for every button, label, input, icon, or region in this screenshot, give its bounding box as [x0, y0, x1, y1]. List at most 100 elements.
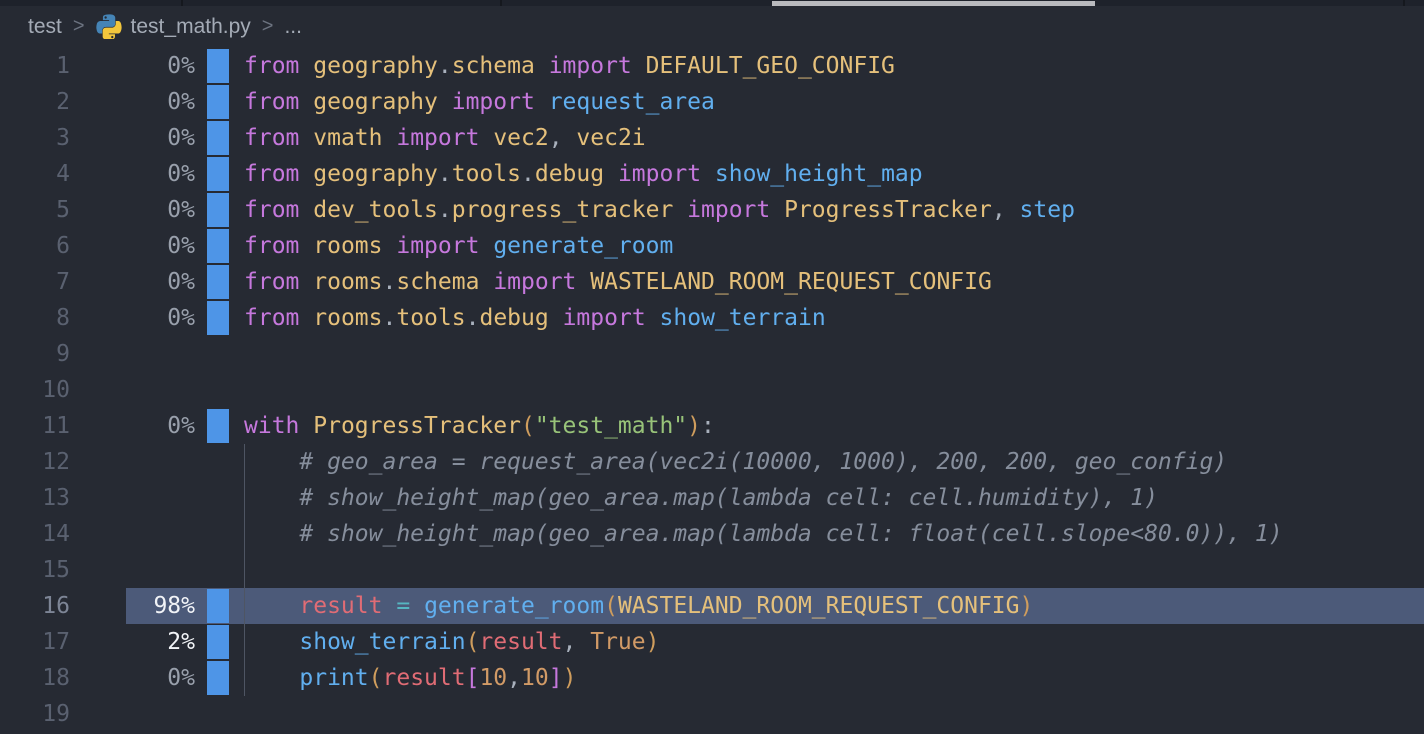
code-token: tools	[452, 161, 521, 187]
code-line[interactable]: 9	[0, 336, 1424, 372]
code-token: (	[604, 593, 618, 619]
code-token: ProgressTracker	[784, 197, 992, 223]
code-line[interactable]: 19	[0, 696, 1424, 732]
code-token	[576, 269, 590, 295]
line-number[interactable]: 4	[0, 156, 70, 192]
code-text[interactable]: from rooms.tools.debug import show_terra…	[244, 300, 1424, 336]
coverage-percent	[70, 372, 195, 408]
code-line[interactable]: 10% from geography.schema import DEFAULT_…	[0, 48, 1424, 84]
code-text[interactable]	[244, 336, 1424, 372]
code-text[interactable]: # show_height_map(geo_area.map(lambda ce…	[244, 516, 1424, 552]
code-text[interactable]: from rooms.schema import WASTELAND_ROOM_…	[244, 264, 1424, 300]
breadcrumb-item-folder[interactable]: test	[28, 6, 62, 48]
line-number[interactable]: 6	[0, 228, 70, 264]
code-text[interactable]: from rooms import generate_room	[244, 228, 1424, 264]
code-line[interactable]: 1698% result = generate_room(WASTELAND_R…	[0, 588, 1424, 624]
code-line[interactable]: 172% show_terrain(result, True)	[0, 624, 1424, 660]
code-token: ProgressTracker	[313, 413, 521, 439]
breadcrumb-file-label: test_math.py	[131, 15, 251, 38]
coverage-indicator	[207, 445, 229, 479]
gutter-gap	[195, 228, 207, 264]
coverage-percent	[70, 696, 195, 732]
line-number[interactable]: 1	[0, 48, 70, 84]
code-token	[563, 125, 577, 151]
code-line[interactable]: 110%with ProgressTracker("test_math"):	[0, 408, 1424, 444]
code-text[interactable]	[244, 696, 1424, 732]
code-token	[549, 305, 563, 331]
line-number[interactable]: 18	[0, 660, 70, 696]
code-token	[479, 233, 493, 259]
code-line[interactable]: 10	[0, 372, 1424, 408]
code-text[interactable]: from geography.schema import DEFAULT_GEO…	[244, 48, 1424, 84]
coverage-percent: 0%	[70, 192, 195, 228]
code-line[interactable]: 13 # show_height_map(geo_area.map(lambda…	[0, 480, 1424, 516]
code-token	[410, 593, 424, 619]
line-number[interactable]: 9	[0, 336, 70, 372]
code-line[interactable]: 180% print(result[10,10])	[0, 660, 1424, 696]
code-line[interactable]: 70%from rooms.schema import WASTELAND_RO…	[0, 264, 1424, 300]
coverage-indicator	[207, 49, 229, 83]
line-number[interactable]: 17	[0, 624, 70, 660]
code-token: 10	[479, 665, 507, 691]
line-number[interactable]: 13	[0, 480, 70, 516]
code-token: ,	[992, 197, 1006, 223]
code-token: rooms	[313, 305, 382, 331]
code-text[interactable]	[244, 552, 1424, 588]
code-token	[299, 197, 313, 223]
code-line[interactable]: 30%from vmath import vec2, vec2i	[0, 120, 1424, 156]
line-number[interactable]: 10	[0, 372, 70, 408]
code-token: (	[369, 665, 383, 691]
code-text[interactable]: from geography.tools.debug import show_h…	[244, 156, 1424, 192]
line-number[interactable]: 11	[0, 408, 70, 444]
code-text[interactable]: from vmath import vec2, vec2i	[244, 120, 1424, 156]
code-text[interactable]: show_terrain(result, True)	[244, 624, 1424, 660]
code-text[interactable]: # geo_area = request_area(vec2i(10000, 1…	[244, 444, 1424, 480]
line-number[interactable]: 3	[0, 120, 70, 156]
coverage-percent: 0%	[70, 48, 195, 84]
gutter-gap	[195, 552, 207, 588]
line-number[interactable]: 16	[0, 588, 70, 624]
code-token	[604, 161, 618, 187]
line-number[interactable]: 7	[0, 264, 70, 300]
code-text[interactable]: print(result[10,10])	[244, 660, 1424, 696]
code-text[interactable]: from dev_tools.progress_tracker import P…	[244, 192, 1424, 228]
code-line[interactable]: 50% from dev_tools.progress_tracker impor…	[0, 192, 1424, 228]
code-line[interactable]: 14 # show_height_map(geo_area.map(lambda…	[0, 516, 1424, 552]
code-text[interactable]	[244, 372, 1424, 408]
code-text[interactable]: with ProgressTracker("test_math"):	[244, 408, 1424, 444]
line-number[interactable]: 15	[0, 552, 70, 588]
code-token	[299, 53, 313, 79]
code-line[interactable]: 80% from rooms.tools.debug import show_te…	[0, 300, 1424, 336]
code-token: [	[466, 665, 480, 691]
code-line[interactable]: 60%from rooms import generate_room	[0, 228, 1424, 264]
line-number[interactable]: 14	[0, 516, 70, 552]
code-token: ,	[563, 629, 577, 655]
code-token	[299, 269, 313, 295]
code-line[interactable]: 12 # geo_area = request_area(vec2i(10000…	[0, 444, 1424, 480]
code-token: .	[438, 161, 452, 187]
line-number[interactable]: 5	[0, 192, 70, 228]
code-text[interactable]: result = generate_room(WASTELAND_ROOM_RE…	[244, 588, 1424, 624]
code-token: .	[521, 161, 535, 187]
code-text[interactable]: from geography import request_area	[244, 84, 1424, 120]
breadcrumb-item-symbol[interactable]: ...	[284, 6, 302, 48]
line-number[interactable]: 19	[0, 696, 70, 732]
coverage-percent: 0%	[70, 300, 195, 336]
code-token: .	[383, 305, 397, 331]
gutter-gap	[229, 516, 244, 552]
code-text[interactable]: # show_height_map(geo_area.map(lambda ce…	[244, 480, 1424, 516]
code-token: show_terrain	[660, 305, 826, 331]
code-line[interactable]: 15	[0, 552, 1424, 588]
code-token	[632, 53, 646, 79]
code-line[interactable]: 20%from geography import request_area	[0, 84, 1424, 120]
line-number[interactable]: 8	[0, 300, 70, 336]
code-token	[383, 125, 397, 151]
breadcrumb-item-file[interactable]: test_math.py	[96, 6, 251, 48]
code-line[interactable]: 40%from geography.tools.debug import sho…	[0, 156, 1424, 192]
code-token: )	[563, 665, 577, 691]
line-number[interactable]: 2	[0, 84, 70, 120]
gutter-gap	[229, 156, 244, 192]
code-token	[244, 629, 299, 655]
line-number[interactable]: 12	[0, 444, 70, 480]
code-token: import	[452, 89, 535, 115]
